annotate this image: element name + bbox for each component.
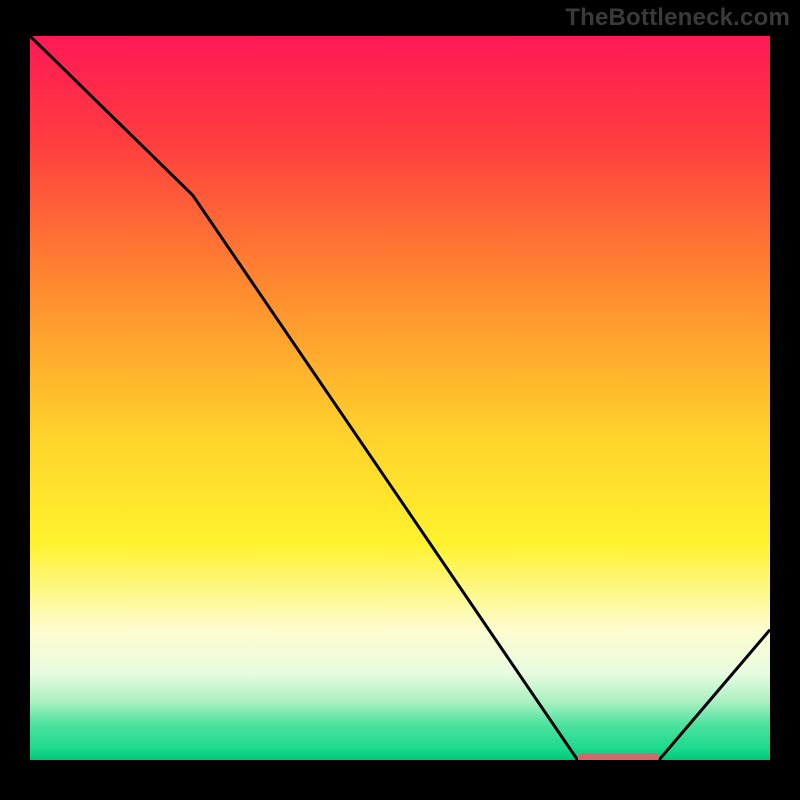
page-root: TheBottleneck.com <box>0 0 800 800</box>
attribution-text: TheBottleneck.com <box>565 4 790 32</box>
chart-canvas <box>30 36 770 760</box>
chart-marker <box>578 753 659 760</box>
chart <box>30 36 770 760</box>
